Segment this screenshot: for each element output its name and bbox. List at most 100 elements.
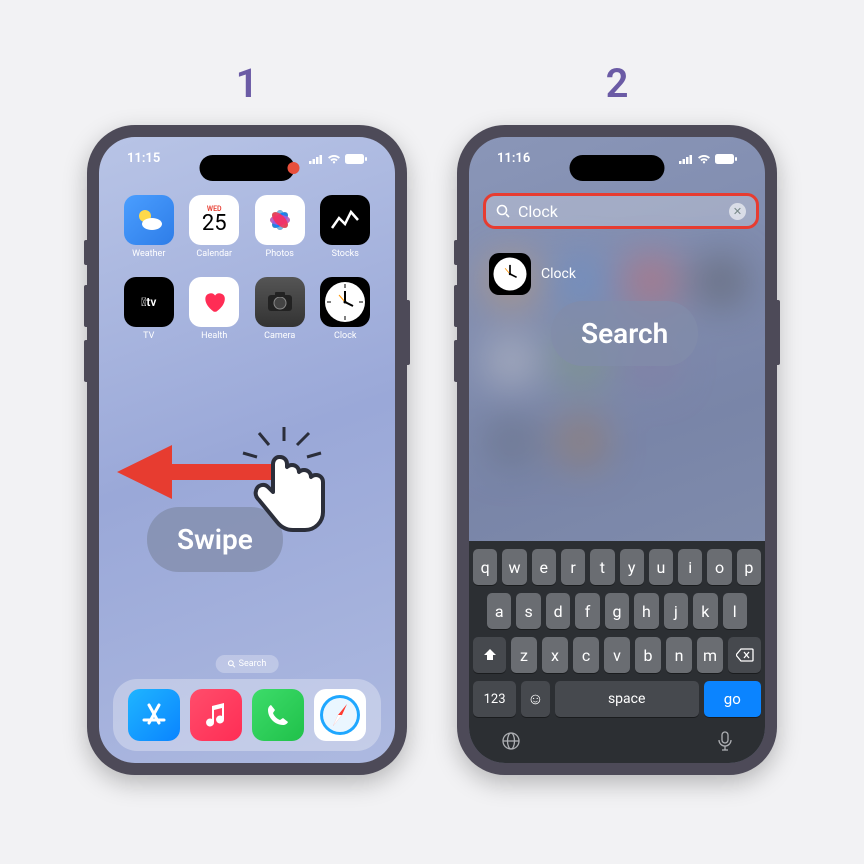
key-z[interactable]: z: [511, 637, 537, 673]
key-g[interactable]: g: [605, 593, 629, 629]
search-pill[interactable]: Search: [216, 655, 279, 673]
key-k[interactable]: k: [693, 593, 717, 629]
status-time: 11:16: [497, 151, 530, 166]
keyboard-footer: [473, 725, 761, 759]
keyboard-row-3: z x c v b n m: [473, 637, 761, 673]
key-space[interactable]: space: [555, 681, 699, 717]
dictation-icon[interactable]: [717, 731, 733, 751]
key-r[interactable]: r: [561, 549, 585, 585]
key-emoji[interactable]: ☺: [521, 681, 550, 717]
app-calendar[interactable]: WED25Calendar: [187, 195, 243, 259]
recording-indicator-icon: [288, 162, 300, 174]
key-o[interactable]: o: [707, 549, 731, 585]
weather-icon: [124, 195, 174, 245]
keyboard: q w e r t y u i o p a s d f g h: [469, 541, 765, 763]
key-j[interactable]: j: [664, 593, 688, 629]
mute-switch[interactable]: [84, 240, 87, 265]
key-i[interactable]: i: [678, 549, 702, 585]
phone-1: 11:15 Weather WED25Calendar Photos Stock…: [87, 125, 407, 775]
step-1-panel: 1 11:15 Weather WED25Calendar Photos Sto…: [87, 60, 407, 775]
key-s[interactable]: s: [516, 593, 540, 629]
volume-down-button[interactable]: [454, 340, 457, 382]
wifi-icon: [327, 154, 341, 164]
power-button[interactable]: [777, 300, 780, 365]
signal-icon: [309, 154, 323, 164]
power-button[interactable]: [407, 300, 410, 365]
photos-icon: [255, 195, 305, 245]
clock-icon: [489, 253, 531, 295]
key-d[interactable]: d: [546, 593, 570, 629]
dock-music[interactable]: [190, 689, 242, 741]
status-time: 11:15: [127, 151, 160, 166]
key-p[interactable]: p: [737, 549, 761, 585]
key-h[interactable]: h: [634, 593, 658, 629]
key-shift[interactable]: [473, 637, 506, 673]
app-weather[interactable]: Weather: [121, 195, 177, 259]
phone-2: 11:16 ✕ Cancel Clock Search: [457, 125, 777, 775]
search-icon: [228, 660, 236, 668]
clock-icon: [320, 277, 370, 327]
key-a[interactable]: a: [487, 593, 511, 629]
app-health[interactable]: Health: [187, 277, 243, 341]
health-icon: [189, 277, 239, 327]
clear-button[interactable]: ✕: [729, 203, 746, 220]
hand-pointer-icon: [229, 427, 339, 557]
key-n[interactable]: n: [666, 637, 692, 673]
key-b[interactable]: b: [635, 637, 661, 673]
globe-icon[interactable]: [501, 731, 521, 751]
app-grid: Weather WED25Calendar Photos Stocks tvT…: [121, 195, 373, 341]
tv-icon: tv: [124, 277, 174, 327]
app-photos[interactable]: Photos: [252, 195, 308, 259]
dynamic-island: [570, 155, 665, 181]
key-w[interactable]: w: [502, 549, 526, 585]
dock: [113, 679, 381, 751]
step-2-number: 2: [606, 60, 629, 107]
key-x[interactable]: x: [542, 637, 568, 673]
step-2-panel: 2 11:16: [457, 60, 777, 775]
battery-icon: [345, 154, 367, 164]
spotlight-screen[interactable]: 11:16 ✕ Cancel Clock Search: [469, 137, 765, 763]
dock-app-store[interactable]: [128, 689, 180, 741]
dock-phone[interactable]: [252, 689, 304, 741]
search-row: ✕ Cancel: [483, 193, 751, 229]
dock-safari[interactable]: [314, 689, 366, 741]
key-u[interactable]: u: [649, 549, 673, 585]
calendar-icon: WED25: [189, 195, 239, 245]
wifi-icon: [697, 154, 711, 164]
key-v[interactable]: v: [604, 637, 630, 673]
search-input[interactable]: [518, 202, 721, 221]
home-screen[interactable]: 11:15 Weather WED25Calendar Photos Stock…: [99, 137, 395, 763]
keyboard-row-4: 123 ☺ space go: [473, 681, 761, 717]
step-1-number: 1: [236, 60, 259, 107]
key-m[interactable]: m: [697, 637, 723, 673]
app-tv[interactable]: tvTV: [121, 277, 177, 341]
volume-up-button[interactable]: [454, 285, 457, 327]
stocks-icon: [320, 195, 370, 245]
mute-switch[interactable]: [454, 240, 457, 265]
search-result-clock[interactable]: Clock: [489, 253, 576, 295]
key-f[interactable]: f: [575, 593, 599, 629]
search-icon: [496, 204, 510, 218]
app-camera[interactable]: Camera: [252, 277, 308, 341]
key-backspace[interactable]: [728, 637, 761, 673]
volume-down-button[interactable]: [84, 340, 87, 382]
key-c[interactable]: c: [573, 637, 599, 673]
key-q[interactable]: q: [473, 549, 497, 585]
dynamic-island: [200, 155, 295, 181]
key-numbers[interactable]: 123: [473, 681, 516, 717]
app-clock[interactable]: Clock: [318, 277, 374, 341]
result-label: Clock: [541, 266, 576, 282]
search-field[interactable]: ✕: [483, 193, 759, 229]
battery-icon: [715, 154, 737, 164]
search-bubble: Search: [551, 301, 698, 366]
key-e[interactable]: e: [532, 549, 556, 585]
key-y[interactable]: y: [620, 549, 644, 585]
key-t[interactable]: t: [590, 549, 614, 585]
key-go[interactable]: go: [704, 681, 761, 717]
keyboard-row-2: a s d f g h j k l: [473, 593, 761, 629]
signal-icon: [679, 154, 693, 164]
app-stocks[interactable]: Stocks: [318, 195, 374, 259]
keyboard-row-1: q w e r t y u i o p: [473, 549, 761, 585]
key-l[interactable]: l: [723, 593, 747, 629]
volume-up-button[interactable]: [84, 285, 87, 327]
